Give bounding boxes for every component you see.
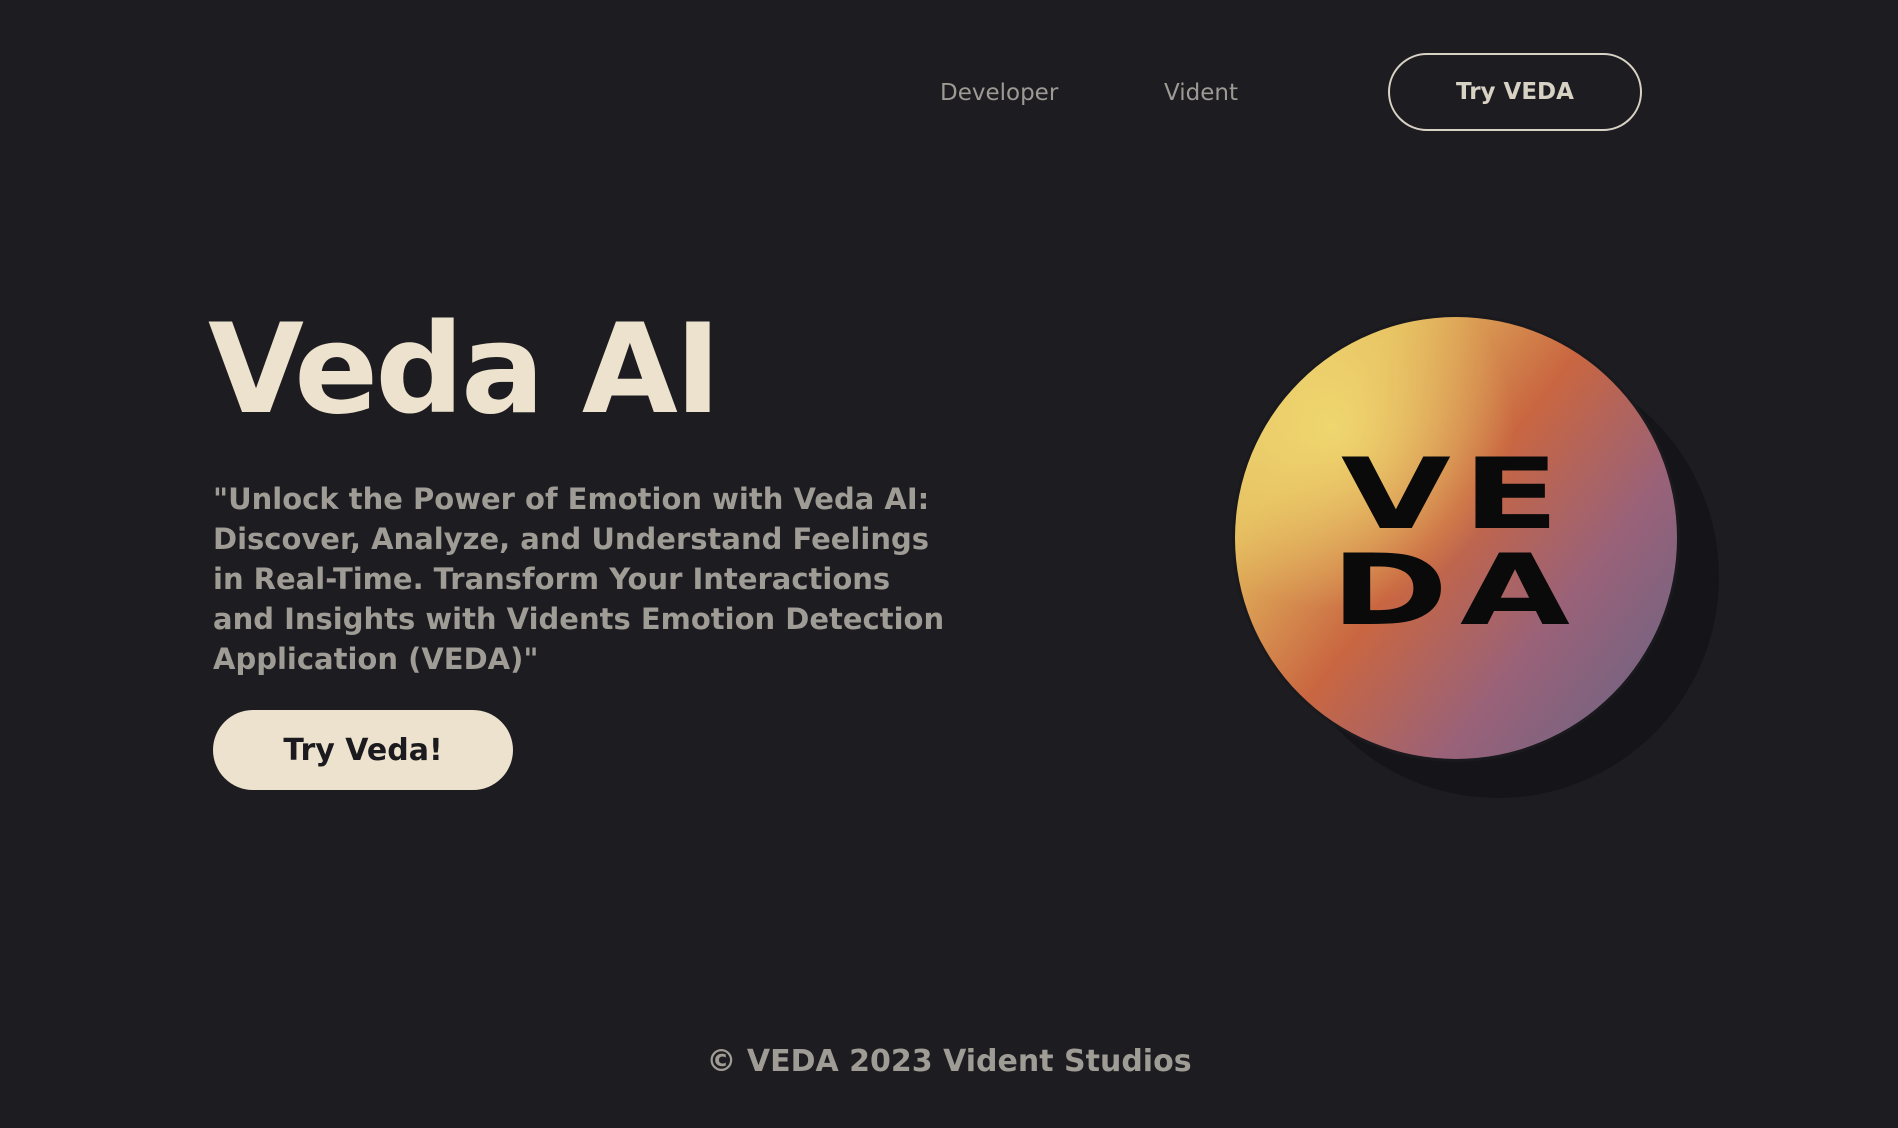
footer-copyright: © VEDA 2023 Vident Studios <box>706 1044 1192 1079</box>
hero-title: Veda AI <box>208 298 721 442</box>
hero-description: "Unlock the Power of Emotion with Veda A… <box>213 482 945 676</box>
try-veda-nav-button[interactable]: Try VEDA <box>1388 53 1642 131</box>
logo-line-1: VE <box>1340 438 1572 552</box>
nav-link-vident[interactable]: Vident <box>1164 78 1238 108</box>
nav-link-developer[interactable]: Developer <box>940 78 1058 108</box>
veda-logo-orb: VE DA <box>1235 317 1677 759</box>
logo-line-2: DA <box>1330 534 1582 648</box>
try-veda-hero-button[interactable]: Try Veda! <box>213 710 513 790</box>
veda-logo-wordmark: VE DA <box>1136 438 1777 648</box>
